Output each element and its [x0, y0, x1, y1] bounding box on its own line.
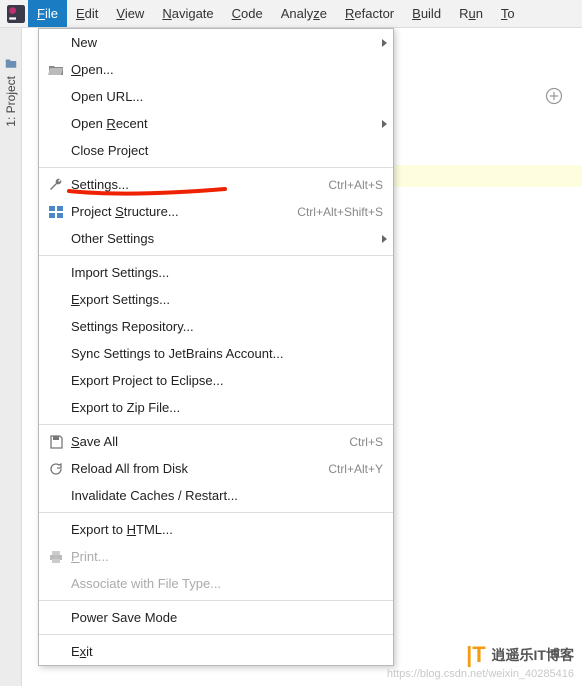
menu-run[interactable]: Run	[450, 0, 492, 27]
menu-tools[interactable]: To	[492, 0, 524, 27]
menu-item-import-settings[interactable]: Import Settings...	[39, 259, 393, 286]
project-tool-label[interactable]: 1: Project	[4, 76, 18, 127]
menu-separator	[39, 424, 393, 425]
project-structure-icon	[45, 205, 67, 219]
menu-item-export-html[interactable]: Export to HTML...	[39, 516, 393, 543]
expand-all-icon[interactable]	[544, 86, 564, 106]
menu-separator	[39, 167, 393, 168]
menu-item-invalidate-caches[interactable]: Invalidate Caches / Restart...	[39, 482, 393, 509]
menu-item-settings[interactable]: Settings... Ctrl+Alt+S	[39, 171, 393, 198]
menu-separator	[39, 600, 393, 601]
menu-item-export-zip[interactable]: Export to Zip File...	[39, 394, 393, 421]
menu-separator	[39, 512, 393, 513]
menu-analyze[interactable]: Analyze	[272, 0, 336, 27]
file-menu-dropdown: New Open... Open URL... Open Recent Clos…	[38, 28, 394, 666]
submenu-arrow-icon	[382, 39, 387, 47]
menu-navigate[interactable]: Navigate	[153, 0, 222, 27]
submenu-arrow-icon	[382, 235, 387, 243]
menu-item-reload-disk[interactable]: Reload All from Disk Ctrl+Alt+Y	[39, 455, 393, 482]
menu-file[interactable]: File	[28, 0, 67, 27]
menu-build[interactable]: Build	[403, 0, 450, 27]
menu-item-power-save[interactable]: Power Save Mode	[39, 604, 393, 631]
menu-item-settings-repository[interactable]: Settings Repository...	[39, 313, 393, 340]
menu-edit[interactable]: Edit	[67, 0, 107, 27]
print-icon	[45, 550, 67, 564]
menu-item-save-all[interactable]: Save All Ctrl+S	[39, 428, 393, 455]
menu-separator	[39, 255, 393, 256]
menu-item-close-project[interactable]: Close Project	[39, 137, 393, 164]
menu-item-open[interactable]: Open...	[39, 56, 393, 83]
menu-item-exit[interactable]: Exit	[39, 638, 393, 665]
shortcut-label: Ctrl+Alt+Y	[328, 462, 383, 476]
watermark: |T 逍遥乐IT博客 https://blog.csdn.net/weixin_…	[387, 642, 574, 680]
menu-item-export-eclipse[interactable]: Export Project to Eclipse...	[39, 367, 393, 394]
menu-item-export-settings[interactable]: Export Settings...	[39, 286, 393, 313]
menu-item-open-url[interactable]: Open URL...	[39, 83, 393, 110]
reload-icon	[45, 462, 67, 476]
wrench-icon	[45, 177, 67, 193]
project-tool-icon[interactable]	[5, 58, 17, 70]
menu-code[interactable]: Code	[223, 0, 272, 27]
folder-open-icon	[45, 63, 67, 77]
menu-item-other-settings[interactable]: Other Settings	[39, 225, 393, 252]
menu-item-project-structure[interactable]: Project Structure... Ctrl+Alt+Shift+S	[39, 198, 393, 225]
app-icon	[4, 0, 28, 27]
menu-separator	[39, 634, 393, 635]
menu-item-new[interactable]: New	[39, 29, 393, 56]
menu-item-open-recent[interactable]: Open Recent	[39, 110, 393, 137]
menu-refactor[interactable]: Refactor	[336, 0, 403, 27]
left-tool-strip: 1: Project	[0, 28, 22, 686]
menu-item-print: Print...	[39, 543, 393, 570]
menu-item-sync-settings[interactable]: Sync Settings to JetBrains Account...	[39, 340, 393, 367]
menu-view[interactable]: View	[107, 0, 153, 27]
submenu-arrow-icon	[382, 120, 387, 128]
editor-highlight-band	[394, 165, 582, 187]
shortcut-label: Ctrl+Alt+S	[328, 178, 383, 192]
shortcut-label: Ctrl+Alt+Shift+S	[297, 205, 383, 219]
menu-item-associate-filetype: Associate with File Type...	[39, 570, 393, 597]
save-icon	[45, 435, 67, 449]
main-menubar: File Edit View Navigate Code Analyze Ref…	[0, 0, 582, 28]
shortcut-label: Ctrl+S	[349, 435, 383, 449]
